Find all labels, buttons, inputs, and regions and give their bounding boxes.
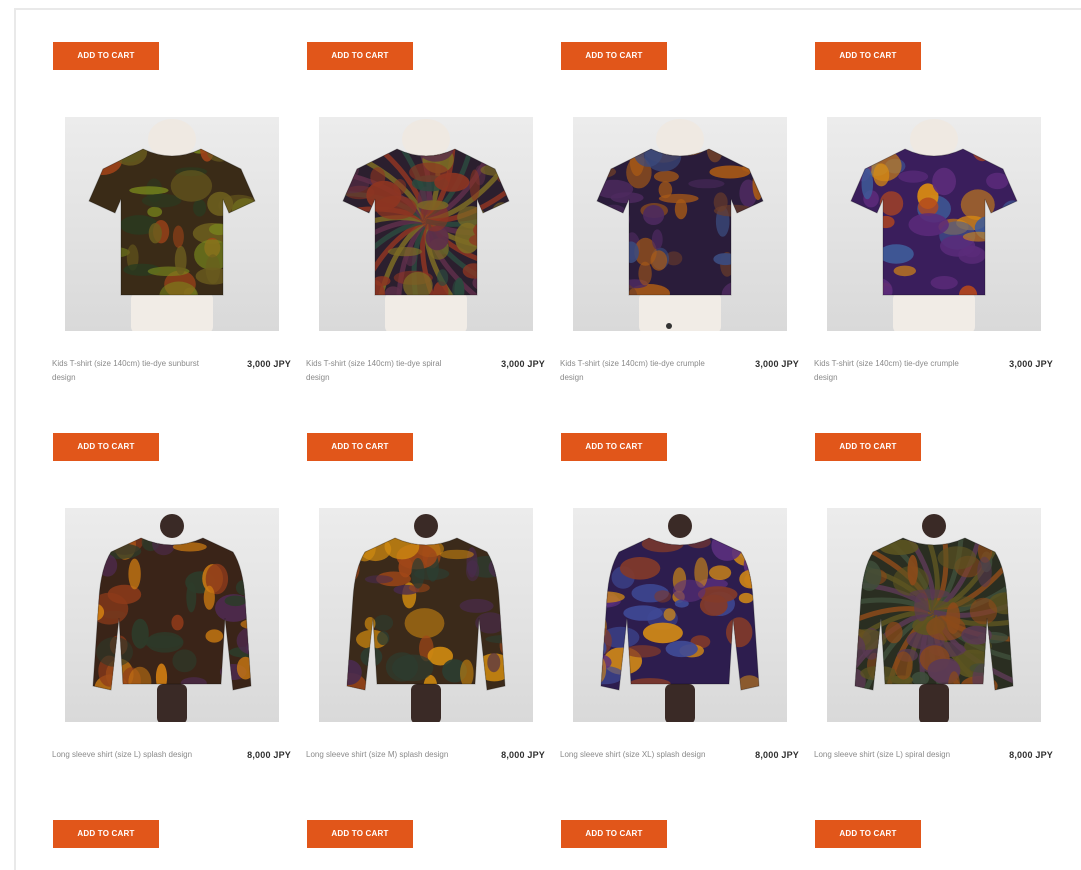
product-price: 8,000 JPY: [755, 750, 799, 760]
product-name-link[interactable]: Long sleeve shirt (size L) splash design: [52, 748, 212, 778]
product-card: Long sleeve shirt (size XL) splash desig…: [557, 493, 803, 793]
add-to-cart-button[interactable]: ADD TO CART: [815, 42, 921, 70]
product-price: 8,000 JPY: [501, 750, 545, 760]
product-price: 3,000 JPY: [501, 359, 545, 369]
product-card: Kids T-shirt (size 140cm) tie-dye crumpl…: [557, 102, 803, 402]
product-price: 3,000 JPY: [1009, 359, 1053, 369]
tie-dye-kids-tshirt-purple-icon[interactable]: [573, 117, 787, 331]
image-indicator-dot[interactable]: [666, 323, 672, 329]
add-to-cart-button[interactable]: ADD TO CART: [307, 433, 413, 461]
add-to-cart-button[interactable]: ADD TO CART: [307, 820, 413, 848]
product-card: Long sleeve shirt (size L) spiral design…: [811, 493, 1057, 793]
add-to-cart-button[interactable]: ADD TO CART: [561, 433, 667, 461]
product-name-link[interactable]: Kids T-shirt (size 140cm) tie-dye crumpl…: [560, 357, 720, 387]
product-card: Long sleeve shirt (size M) splash design…: [303, 493, 549, 793]
product-price: 8,000 JPY: [247, 750, 291, 760]
tie-dye-long-sleeve-spiral-icon[interactable]: [827, 508, 1041, 722]
product-name-link[interactable]: Long sleeve shirt (size M) splash design: [306, 748, 466, 778]
tie-dye-long-sleeve-rust-icon[interactable]: [319, 508, 533, 722]
product-name-link[interactable]: Long sleeve shirt (size XL) splash desig…: [560, 748, 720, 778]
tie-dye-long-sleeve-purple-icon[interactable]: [573, 508, 787, 722]
add-to-cart-button[interactable]: ADD TO CART: [815, 433, 921, 461]
product-card: Long sleeve shirt (size L) splash design…: [49, 493, 295, 793]
add-to-cart-button[interactable]: ADD TO CART: [53, 42, 159, 70]
tie-dye-kids-tshirt-violet-orange-icon[interactable]: [827, 117, 1041, 331]
add-to-cart-button[interactable]: ADD TO CART: [307, 42, 413, 70]
add-to-cart-button[interactable]: ADD TO CART: [561, 42, 667, 70]
product-price: 3,000 JPY: [755, 359, 799, 369]
tie-dye-kids-tshirt-spiral-icon[interactable]: [319, 117, 533, 331]
product-name-link[interactable]: Long sleeve shirt (size L) spiral design: [814, 748, 974, 778]
product-price: 3,000 JPY: [247, 359, 291, 369]
product-name-link[interactable]: Kids T-shirt (size 140cm) tie-dye crumpl…: [814, 357, 974, 387]
product-name-link[interactable]: Kids T-shirt (size 140cm) tie-dye spiral…: [306, 357, 466, 387]
add-to-cart-button[interactable]: ADD TO CART: [53, 820, 159, 848]
tie-dye-kids-tshirt-olive-icon[interactable]: [65, 117, 279, 331]
tie-dye-long-sleeve-orange-icon[interactable]: [65, 508, 279, 722]
product-card: Kids T-shirt (size 140cm) tie-dye sunbur…: [49, 102, 295, 402]
add-to-cart-button[interactable]: ADD TO CART: [561, 820, 667, 848]
product-card: Kids T-shirt (size 140cm) tie-dye crumpl…: [811, 102, 1057, 402]
add-to-cart-button[interactable]: ADD TO CART: [53, 433, 159, 461]
product-price: 8,000 JPY: [1009, 750, 1053, 760]
product-card: Kids T-shirt (size 140cm) tie-dye spiral…: [303, 102, 549, 402]
add-to-cart-button[interactable]: ADD TO CART: [815, 820, 921, 848]
product-name-link[interactable]: Kids T-shirt (size 140cm) tie-dye sunbur…: [52, 357, 212, 387]
